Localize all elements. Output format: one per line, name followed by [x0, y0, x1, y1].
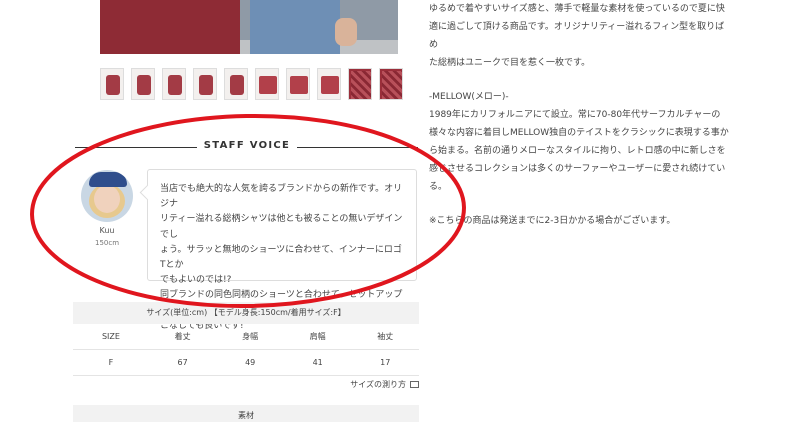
- staff-name: Kuu: [99, 226, 115, 235]
- size-cell: 17: [351, 349, 419, 376]
- product-main-image[interactable]: [100, 0, 398, 54]
- staff-comment-bubble: 当店でも絶大的な人気を誇るブランドからの新作です。オリジナ リティー溢れる総柄シ…: [147, 169, 417, 331]
- thumbnail[interactable]: [348, 68, 372, 100]
- size-chart-heading: サイズ(単位:cm) 【モデル身長:150cm/着用サイズ:F】: [73, 302, 419, 324]
- staff-height: 150cm: [94, 239, 120, 247]
- size-col-header: SIZE: [73, 324, 149, 350]
- image-hand: [335, 18, 357, 46]
- size-cell: 49: [216, 349, 284, 376]
- description-line: た総柄はユニークで目を惹く一枚です。: [429, 58, 591, 68]
- staff-avatar: [81, 170, 133, 222]
- size-col-header: 袖丈: [351, 324, 419, 350]
- size-col-header: 着丈: [148, 324, 217, 350]
- product-description: ゆるめで着やすいサイズ感と、薄手で軽量な素材を使っているので夏に快 適に過ごして…: [429, 0, 729, 230]
- thumbnail[interactable]: [100, 68, 124, 100]
- popup-window-icon: [410, 381, 419, 388]
- brand-heading: -MELLOW(メロー)-: [429, 92, 509, 102]
- size-cell: 41: [283, 349, 352, 376]
- thumbnail[interactable]: [131, 68, 155, 100]
- brand-line: 感じさせるコレクションは多くのサーファーやユーザーに愛され続けてい: [429, 164, 726, 174]
- size-measure-link[interactable]: サイズの測り方: [73, 379, 419, 390]
- thumbnail[interactable]: [162, 68, 186, 100]
- avatar-cap: [89, 172, 127, 187]
- thumbnail[interactable]: [224, 68, 248, 100]
- description-line: ゆるめで着やすいサイズ感と、薄手で軽量な素材を使っているので夏に快: [429, 4, 725, 14]
- size-measure-label[interactable]: サイズの測り方: [350, 380, 406, 389]
- brand-line: ら始まる。名前の通りメローなスタイルに拘り、レトロ感の中に新しさを: [429, 146, 726, 156]
- image-shirt: [100, 0, 240, 54]
- thumbnail[interactable]: [379, 68, 403, 100]
- brand-line: 様々な内容に着目しMELLOW独自のテイストをクラシックに表現する事か: [429, 128, 729, 138]
- divider: [75, 147, 197, 148]
- size-col-header: 身幅: [216, 324, 284, 350]
- thumbnail[interactable]: [317, 68, 341, 100]
- shipping-note: ※こちらの商品は発送までに2-3日かかる場合がございます。: [429, 216, 676, 226]
- size-chart: サイズ(単位:cm) 【モデル身長:150cm/着用サイズ:F】 SIZE 着丈…: [73, 302, 419, 376]
- staff-voice-title: STAFF VOICE: [75, 140, 418, 154]
- comment-line: でもよいのでは!?: [160, 275, 232, 286]
- material-heading: 素材: [73, 405, 419, 422]
- comment-line: ょう。サラッと無地のショーツに合わせて、インナーにロゴTとか: [160, 244, 402, 271]
- size-col-header: 肩幅: [283, 324, 352, 350]
- brand-line: る。: [429, 182, 448, 192]
- avatar-face: [94, 185, 120, 213]
- description-line: 適に過ごして頂ける商品です。オリジナリティー溢れるフィン型を取りばめ: [429, 22, 725, 50]
- size-cell: 67: [148, 349, 217, 376]
- size-cell: F: [73, 349, 149, 376]
- brand-line: 1989年にカリフォルニアにて設立。常に70-80年代サーフカルチャーの: [429, 110, 721, 120]
- thumbnail[interactable]: [193, 68, 217, 100]
- comment-line: リティー溢れる総柄シャツは他とも被ることの無いデザインでし: [160, 214, 403, 240]
- table-row: F 67 49 41 17: [73, 349, 419, 376]
- size-table: SIZE 着丈 身幅 肩幅 袖丈 F 67 49 41 17: [73, 324, 419, 376]
- thumbnail[interactable]: [286, 68, 310, 100]
- thumbnail[interactable]: [255, 68, 279, 100]
- thumbnail-strip: [100, 68, 403, 100]
- staff-voice-heading: STAFF VOICE: [203, 140, 291, 151]
- comment-line: 当店でも絶大的な人気を誇るブランドからの新作です。オリジナ: [160, 184, 403, 210]
- size-table-header-row: SIZE 着丈 身幅 肩幅 袖丈: [73, 324, 419, 350]
- image-jeans: [250, 0, 340, 54]
- divider: [297, 147, 418, 148]
